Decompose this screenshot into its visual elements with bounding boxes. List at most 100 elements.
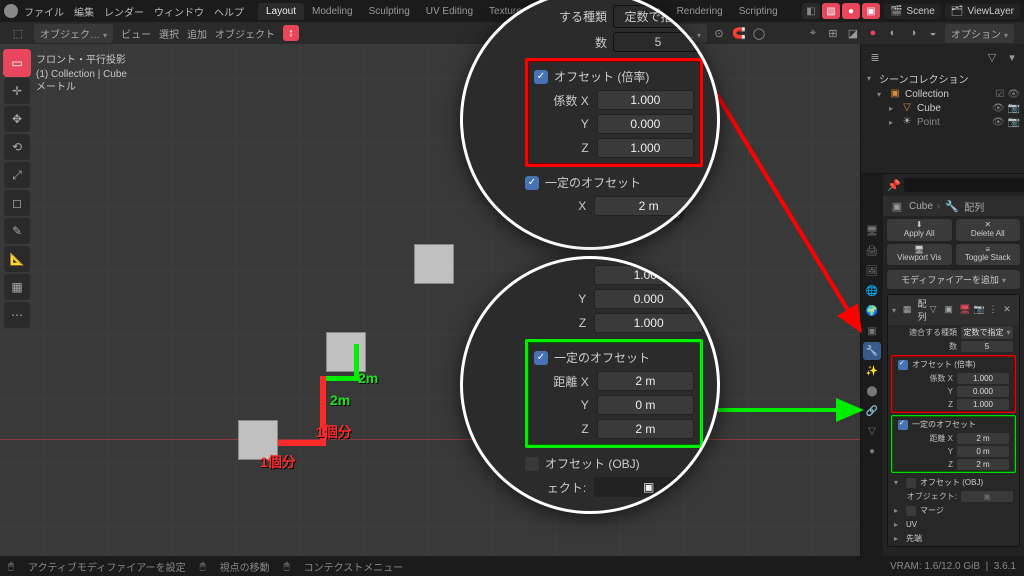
delete-all-button[interactable]: ✕Delete All bbox=[956, 219, 1021, 241]
proportional-icon[interactable]: ◯ bbox=[751, 25, 767, 41]
m2-dy[interactable]: 0 m bbox=[597, 395, 694, 415]
dist-x-input[interactable]: 2 m bbox=[957, 433, 1009, 444]
obj-offset-checkbox[interactable] bbox=[906, 478, 916, 488]
m2-fz[interactable]: 1.000 bbox=[594, 313, 703, 333]
uv-title[interactable]: UV bbox=[906, 520, 917, 529]
ptab-output[interactable]: 🖨 bbox=[863, 242, 881, 260]
pin-icon[interactable]: 📌 bbox=[887, 177, 901, 193]
render2-icon[interactable]: 📷 bbox=[1008, 117, 1020, 128]
m1-fx[interactable]: 1.000 bbox=[597, 90, 694, 110]
relative-offset-checkbox[interactable] bbox=[898, 360, 908, 370]
ptab-scene[interactable]: 🌐 bbox=[863, 282, 881, 300]
ptab-viewlayer[interactable]: 🖼 bbox=[863, 262, 881, 280]
constant-offset-checkbox[interactable] bbox=[898, 420, 908, 430]
mod-close-icon[interactable]: ✕ bbox=[1003, 304, 1015, 316]
viewport-vis-button[interactable]: 🖥Viewport Vis bbox=[887, 244, 952, 266]
caps-title[interactable]: 先端 bbox=[906, 533, 922, 544]
collection-name[interactable]: Collection bbox=[905, 89, 991, 100]
shading1-icon[interactable]: ● bbox=[865, 25, 881, 41]
outliner-item-point[interactable]: Point bbox=[917, 117, 988, 128]
ptab-material[interactable]: ● bbox=[863, 442, 881, 460]
tool-cursor[interactable]: ✛ bbox=[4, 78, 30, 104]
tool-move[interactable]: ✥ bbox=[4, 106, 30, 132]
tab-layout[interactable]: Layout bbox=[258, 3, 304, 20]
gizmo-toggle-icon[interactable]: ⌖ bbox=[805, 25, 821, 41]
dist-y-input[interactable]: 0 m bbox=[957, 446, 1009, 457]
outliner-type-icon[interactable]: ≣ bbox=[867, 49, 883, 65]
tab-sculpting[interactable]: Sculpting bbox=[361, 3, 418, 20]
mod-menu-icon[interactable]: ⋮ bbox=[989, 304, 1001, 316]
tab-modeling[interactable]: Modeling bbox=[304, 3, 361, 20]
factor-x-input[interactable]: 1.000 bbox=[957, 373, 1009, 384]
shading-render-icon[interactable]: ▣ bbox=[862, 3, 880, 19]
menu-help[interactable]: ヘルプ bbox=[214, 4, 244, 19]
shading3-icon[interactable]: ◑ bbox=[905, 25, 921, 41]
fit-type-dropdown[interactable]: 定数で指定 bbox=[961, 326, 1013, 339]
ptab-object[interactable]: ▣ bbox=[863, 322, 881, 340]
restrict-sel-icon[interactable]: ☑ bbox=[995, 89, 1004, 100]
m2-dx[interactable]: 2 m bbox=[597, 371, 694, 391]
menu-render[interactable]: レンダー bbox=[104, 4, 144, 19]
snap-icon[interactable]: 🧲 bbox=[731, 25, 747, 41]
menu-file[interactable]: ファイル bbox=[24, 4, 64, 19]
tab-rendering[interactable]: Rendering bbox=[669, 3, 731, 20]
ptab-particles[interactable]: ✨ bbox=[863, 362, 881, 380]
m1-rel-checkbox[interactable]: ✓ bbox=[534, 70, 548, 84]
overlay-toggle-icon[interactable]: ⊞ bbox=[825, 25, 841, 41]
m2-obj-checkbox[interactable]: ✓ bbox=[525, 457, 539, 471]
ptab-render[interactable]: 🖥 bbox=[863, 222, 881, 240]
crumb-object[interactable]: Cube bbox=[909, 201, 933, 212]
mod-cage-icon[interactable]: ▣ bbox=[944, 304, 956, 316]
header-add[interactable]: 追加 bbox=[187, 26, 207, 41]
header-view[interactable]: ビュー bbox=[121, 26, 151, 41]
header-object[interactable]: オブジェクト bbox=[215, 26, 275, 41]
shading-wire-icon[interactable]: ▧ bbox=[822, 3, 840, 19]
m1-const-checkbox[interactable]: ✓ bbox=[525, 176, 539, 190]
toggle-stack-button[interactable]: ≡Toggle Stack bbox=[956, 244, 1021, 266]
mod-render-icon[interactable]: 📷 bbox=[974, 304, 986, 316]
mod-edit-icon[interactable]: ▽ bbox=[930, 304, 942, 316]
factor-y-input[interactable]: 0.000 bbox=[957, 386, 1009, 397]
m2-const-checkbox[interactable]: ✓ bbox=[534, 351, 548, 365]
tool-transform[interactable]: ◻ bbox=[4, 190, 30, 216]
shading4-icon[interactable]: ◒ bbox=[925, 25, 941, 41]
menu-window[interactable]: ウィンドウ bbox=[154, 4, 204, 19]
filter-icon[interactable]: ▽ bbox=[984, 49, 1000, 65]
header-select[interactable]: 選択 bbox=[159, 26, 179, 41]
options-dropdown[interactable]: オプション bbox=[945, 24, 1014, 43]
mod-viewport-icon[interactable]: 🖥 bbox=[959, 304, 971, 316]
factor-z-input[interactable]: 1.000 bbox=[957, 399, 1009, 410]
ptab-constraints[interactable]: 🔗 bbox=[863, 402, 881, 420]
tab-scripting[interactable]: Scripting bbox=[731, 3, 786, 20]
m1-fy[interactable]: 0.000 bbox=[597, 114, 694, 134]
properties-search[interactable] bbox=[904, 178, 1024, 192]
vis-icon[interactable]: 👁 bbox=[992, 103, 1005, 114]
scene-collection-label[interactable]: シーンコレクション bbox=[879, 71, 969, 86]
obj-input[interactable]: ▣ bbox=[961, 491, 1013, 502]
ptab-data[interactable]: ▽ bbox=[863, 422, 881, 440]
crumb-modifier[interactable]: 配列 bbox=[964, 199, 984, 214]
scene-selector[interactable]: 🎬 Scene bbox=[884, 4, 941, 19]
m2-dz[interactable]: 2 m bbox=[597, 419, 694, 439]
vis2-icon[interactable]: 👁 bbox=[992, 117, 1005, 128]
tool-measure[interactable]: 📐 bbox=[4, 246, 30, 272]
shading-solid-icon[interactable]: ● bbox=[842, 3, 860, 19]
tab-uv[interactable]: UV Editing bbox=[418, 3, 481, 20]
tool-addcube[interactable]: ▦ bbox=[4, 274, 30, 300]
tool-rotate[interactable]: ⟲ bbox=[4, 134, 30, 160]
ptab-modifier[interactable]: 🔧 bbox=[863, 342, 881, 360]
tool-scale[interactable]: ⤢ bbox=[4, 162, 30, 188]
render-icon[interactable]: 📷 bbox=[1008, 103, 1020, 114]
count-input[interactable]: 5 bbox=[961, 341, 1013, 352]
transform-gizmo-icon[interactable]: ↕ bbox=[283, 25, 299, 41]
shading2-icon[interactable]: ◐ bbox=[885, 25, 901, 41]
m1-fz[interactable]: 1.000 bbox=[597, 138, 694, 158]
blender-logo-icon[interactable] bbox=[4, 4, 18, 18]
new-collection-icon[interactable]: ▾ bbox=[1004, 49, 1020, 65]
menu-edit[interactable]: 編集 bbox=[74, 4, 94, 19]
dist-z-input[interactable]: 2 m bbox=[957, 459, 1009, 470]
xray-icon[interactable]: ◪ bbox=[845, 25, 861, 41]
merge-checkbox[interactable] bbox=[906, 506, 916, 516]
viewlayer-selector[interactable]: 🗂 ViewLayer bbox=[945, 4, 1020, 19]
restrict-vis-icon[interactable]: 👁 bbox=[1007, 89, 1020, 100]
